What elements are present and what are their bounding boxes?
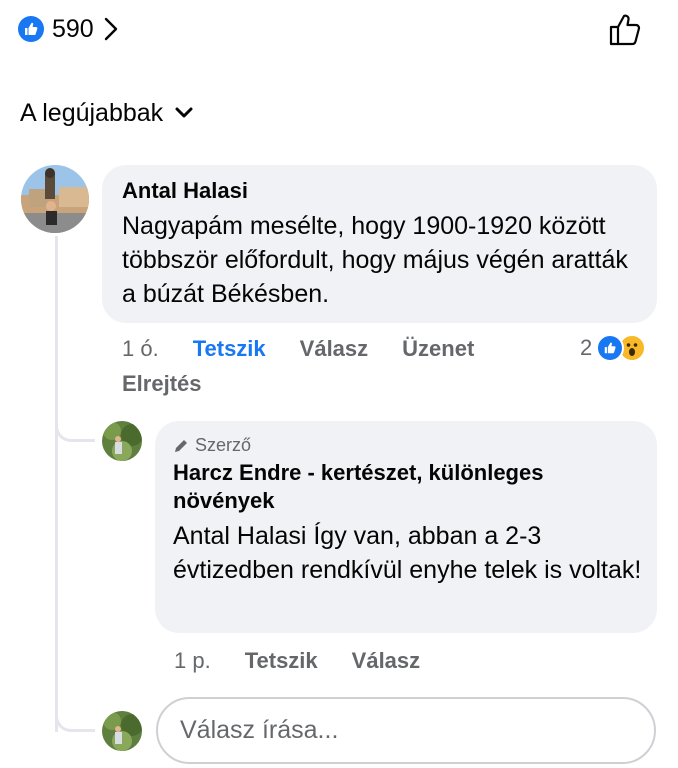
reply-text: Antal Halasi Így van, abban a 2-3 évtize… (173, 519, 643, 587)
chevron-right-icon (104, 17, 117, 41)
comment-author[interactable]: Antal Halasi (122, 177, 248, 205)
sort-dropdown[interactable]: A legújabbak (20, 96, 193, 130)
like-reaction-icon (18, 16, 44, 42)
like-icon (596, 334, 625, 362)
reply-author[interactable]: Harcz Endre - kertészet, különleges növé… (173, 459, 633, 515)
reply-bubble: Szerző Harcz Endre - kertészet, különleg… (155, 421, 657, 633)
thread-connector (55, 418, 95, 442)
message-link[interactable]: Üzenet (402, 336, 474, 362)
reply-link[interactable]: Válasz (300, 336, 369, 362)
like-link[interactable]: Tetszik (245, 648, 318, 674)
mention-link[interactable]: Antal Halasi (173, 522, 306, 550)
avatar[interactable] (21, 165, 89, 233)
thumbs-up-icon (609, 14, 641, 46)
sort-label: A legújabbak (20, 98, 164, 127)
comment-timestamp[interactable]: 1 ó. (122, 336, 159, 362)
like-link[interactable]: Tetszik (193, 336, 266, 362)
reply-input-placeholder: Válasz írása... (180, 716, 339, 744)
reactions-summary[interactable]: 590 (18, 12, 118, 46)
chevron-down-icon (175, 107, 193, 118)
thread-connector (55, 706, 95, 732)
reply-timestamp[interactable]: 1 p. (174, 648, 211, 674)
thread-line (55, 236, 58, 732)
comment-bubble: Antal Halasi Nagyapám mesélte, hogy 1900… (102, 165, 657, 323)
comment-reactions[interactable]: 2 (580, 333, 647, 363)
pencil-icon (175, 439, 187, 452)
like-post-button[interactable] (604, 10, 646, 50)
reaction-count: 590 (52, 14, 94, 43)
author-badge: Szerző (173, 435, 251, 456)
reply-input[interactable]: Válasz írása... (156, 697, 656, 764)
reply-actions: 1 p. Tetszik Válasz (174, 648, 420, 674)
avatar[interactable] (102, 421, 142, 461)
avatar[interactable] (102, 711, 142, 751)
comment-reaction-count: 2 (580, 335, 593, 360)
comment-text: Nagyapám mesélte, hogy 1900-1920 között … (122, 212, 628, 308)
author-badge-label: Szerző (195, 435, 252, 455)
reply-link[interactable]: Válasz (352, 648, 421, 674)
hide-link[interactable]: Elrejtés (122, 371, 202, 397)
comment-actions-row-2: Elrejtés (122, 371, 202, 397)
comment-actions: 1 ó. Tetszik Válasz Üzenet (122, 336, 474, 362)
